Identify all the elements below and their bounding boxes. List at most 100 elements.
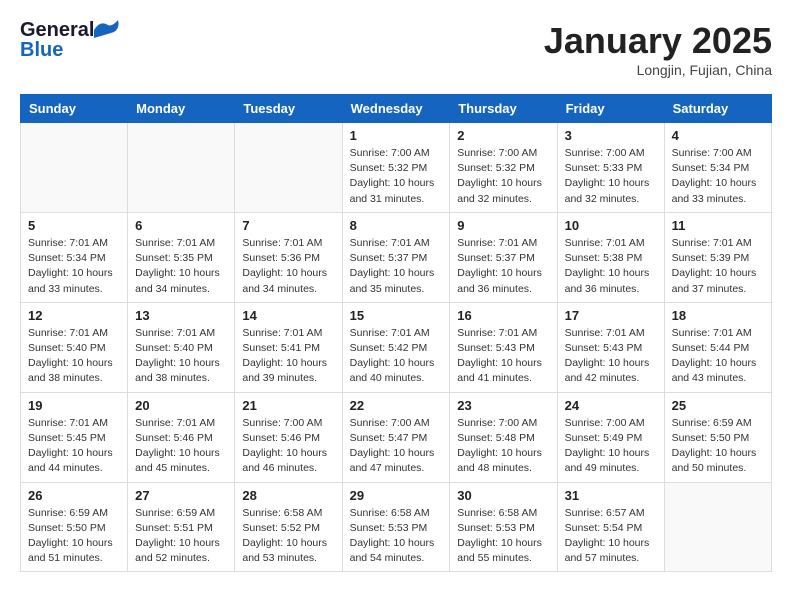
day-number: 23 <box>457 398 549 413</box>
day-number: 21 <box>242 398 334 413</box>
day-number: 3 <box>565 128 657 143</box>
day-info: Sunrise: 7:00 AM Sunset: 5:49 PM Dayligh… <box>565 416 657 477</box>
month-title: January 2025 <box>544 20 772 62</box>
day-info: Sunrise: 7:01 AM Sunset: 5:35 PM Dayligh… <box>135 236 227 297</box>
calendar-cell: 19 Sunrise: 7:01 AM Sunset: 5:45 PM Dayli… <box>21 392 128 482</box>
title-block: January 2025 Longjin, Fujian, China <box>544 20 772 78</box>
calendar-cell: 15 Sunrise: 7:01 AM Sunset: 5:42 PM Dayli… <box>342 302 450 392</box>
day-number: 2 <box>457 128 549 143</box>
day-info: Sunrise: 7:01 AM Sunset: 5:40 PM Dayligh… <box>135 326 227 387</box>
page-header: GeneralBlue January 2025 Longjin, Fujian… <box>20 20 772 78</box>
day-number: 30 <box>457 488 549 503</box>
day-info: Sunrise: 7:01 AM Sunset: 5:34 PM Dayligh… <box>28 236 120 297</box>
calendar-cell: 31 Sunrise: 6:57 AM Sunset: 5:54 PM Dayli… <box>557 482 664 572</box>
day-info: Sunrise: 7:00 AM Sunset: 5:46 PM Dayligh… <box>242 416 334 477</box>
day-info: Sunrise: 6:59 AM Sunset: 5:51 PM Dayligh… <box>135 506 227 567</box>
bird-icon <box>94 20 122 40</box>
weekday-header-tuesday: Tuesday <box>235 95 342 123</box>
day-number: 27 <box>135 488 227 503</box>
day-number: 11 <box>672 218 764 233</box>
day-number: 12 <box>28 308 120 323</box>
calendar-cell: 22 Sunrise: 7:00 AM Sunset: 5:47 PM Dayli… <box>342 392 450 482</box>
day-info: Sunrise: 7:01 AM Sunset: 5:43 PM Dayligh… <box>565 326 657 387</box>
calendar-cell: 3 Sunrise: 7:00 AM Sunset: 5:33 PM Daylig… <box>557 123 664 213</box>
weekday-header-row: SundayMondayTuesdayWednesdayThursdayFrid… <box>21 95 772 123</box>
weekday-header-friday: Friday <box>557 95 664 123</box>
calendar-cell: 30 Sunrise: 6:58 AM Sunset: 5:53 PM Dayli… <box>450 482 557 572</box>
day-info: Sunrise: 7:01 AM Sunset: 5:46 PM Dayligh… <box>135 416 227 477</box>
calendar-cell: 23Sunrise: 7:00 AM Sunset: 5:48 PM Dayli… <box>450 392 557 482</box>
calendar-cell <box>235 123 342 213</box>
week-row-3: 12 Sunrise: 7:01 AM Sunset: 5:40 PM Dayli… <box>21 302 772 392</box>
weekday-header-monday: Monday <box>128 95 235 123</box>
calendar-cell: 10Sunrise: 7:01 AM Sunset: 5:38 PM Dayli… <box>557 212 664 302</box>
day-info: Sunrise: 7:01 AM Sunset: 5:37 PM Dayligh… <box>457 236 549 297</box>
day-info: Sunrise: 7:00 AM Sunset: 5:34 PM Dayligh… <box>672 146 764 207</box>
day-number: 4 <box>672 128 764 143</box>
week-row-2: 5 Sunrise: 7:01 AM Sunset: 5:34 PM Daylig… <box>21 212 772 302</box>
week-row-5: 26 Sunrise: 6:59 AM Sunset: 5:50 PM Dayli… <box>21 482 772 572</box>
calendar-cell: 27 Sunrise: 6:59 AM Sunset: 5:51 PM Dayli… <box>128 482 235 572</box>
logo-blue-text: Blue <box>20 40 63 60</box>
day-info: Sunrise: 6:57 AM Sunset: 5:54 PM Dayligh… <box>565 506 657 567</box>
calendar-cell: 17Sunrise: 7:01 AM Sunset: 5:43 PM Dayli… <box>557 302 664 392</box>
day-info: Sunrise: 7:00 AM Sunset: 5:32 PM Dayligh… <box>457 146 549 207</box>
calendar-cell: 9Sunrise: 7:01 AM Sunset: 5:37 PM Daylig… <box>450 212 557 302</box>
calendar-cell: 2 Sunrise: 7:00 AM Sunset: 5:32 PM Daylig… <box>450 123 557 213</box>
day-info: Sunrise: 6:59 AM Sunset: 5:50 PM Dayligh… <box>28 506 120 567</box>
day-number: 16 <box>457 308 549 323</box>
day-info: Sunrise: 7:01 AM Sunset: 5:40 PM Dayligh… <box>28 326 120 387</box>
day-info: Sunrise: 7:00 AM Sunset: 5:33 PM Dayligh… <box>565 146 657 207</box>
calendar-cell: 20 Sunrise: 7:01 AM Sunset: 5:46 PM Dayli… <box>128 392 235 482</box>
day-info: Sunrise: 7:01 AM Sunset: 5:42 PM Dayligh… <box>350 326 443 387</box>
day-number: 26 <box>28 488 120 503</box>
day-number: 18 <box>672 308 764 323</box>
day-info: Sunrise: 7:01 AM Sunset: 5:43 PM Dayligh… <box>457 326 549 387</box>
logo-general-text: General <box>20 20 94 40</box>
location: Longjin, Fujian, China <box>544 62 772 78</box>
calendar-cell <box>21 123 128 213</box>
calendar-cell: 4 Sunrise: 7:00 AM Sunset: 5:34 PM Daylig… <box>664 123 771 213</box>
day-number: 19 <box>28 398 120 413</box>
day-info: Sunrise: 7:01 AM Sunset: 5:45 PM Dayligh… <box>28 416 120 477</box>
day-number: 1 <box>350 128 443 143</box>
day-number: 29 <box>350 488 443 503</box>
calendar-table: SundayMondayTuesdayWednesdayThursdayFrid… <box>20 94 772 572</box>
day-number: 20 <box>135 398 227 413</box>
calendar-cell: 7 Sunrise: 7:01 AM Sunset: 5:36 PM Daylig… <box>235 212 342 302</box>
calendar-cell: 25 Sunrise: 6:59 AM Sunset: 5:50 PM Dayli… <box>664 392 771 482</box>
calendar-cell: 26 Sunrise: 6:59 AM Sunset: 5:50 PM Dayli… <box>21 482 128 572</box>
day-info: Sunrise: 7:00 AM Sunset: 5:47 PM Dayligh… <box>350 416 443 477</box>
calendar-cell: 6 Sunrise: 7:01 AM Sunset: 5:35 PM Daylig… <box>128 212 235 302</box>
logo: GeneralBlue <box>20 20 122 60</box>
calendar-cell: 24Sunrise: 7:00 AM Sunset: 5:49 PM Dayli… <box>557 392 664 482</box>
calendar-cell: 11 Sunrise: 7:01 AM Sunset: 5:39 PM Dayli… <box>664 212 771 302</box>
weekday-header-wednesday: Wednesday <box>342 95 450 123</box>
calendar-cell: 5 Sunrise: 7:01 AM Sunset: 5:34 PM Daylig… <box>21 212 128 302</box>
week-row-1: 1 Sunrise: 7:00 AM Sunset: 5:32 PM Daylig… <box>21 123 772 213</box>
day-number: 13 <box>135 308 227 323</box>
weekday-header-sunday: Sunday <box>21 95 128 123</box>
calendar-cell: 18 Sunrise: 7:01 AM Sunset: 5:44 PM Dayli… <box>664 302 771 392</box>
day-number: 31 <box>565 488 657 503</box>
day-info: Sunrise: 6:58 AM Sunset: 5:53 PM Dayligh… <box>457 506 549 567</box>
day-number: 10 <box>565 218 657 233</box>
day-info: Sunrise: 6:59 AM Sunset: 5:50 PM Dayligh… <box>672 416 764 477</box>
day-info: Sunrise: 7:01 AM Sunset: 5:39 PM Dayligh… <box>672 236 764 297</box>
day-info: Sunrise: 7:01 AM Sunset: 5:36 PM Dayligh… <box>242 236 334 297</box>
day-number: 25 <box>672 398 764 413</box>
day-number: 15 <box>350 308 443 323</box>
calendar-cell <box>664 482 771 572</box>
day-info: Sunrise: 7:01 AM Sunset: 5:41 PM Dayligh… <box>242 326 334 387</box>
day-info: Sunrise: 7:01 AM Sunset: 5:44 PM Dayligh… <box>672 326 764 387</box>
week-row-4: 19 Sunrise: 7:01 AM Sunset: 5:45 PM Dayli… <box>21 392 772 482</box>
day-number: 8 <box>350 218 443 233</box>
day-number: 6 <box>135 218 227 233</box>
calendar-cell: 8Sunrise: 7:01 AM Sunset: 5:37 PM Daylig… <box>342 212 450 302</box>
day-number: 7 <box>242 218 334 233</box>
day-number: 5 <box>28 218 120 233</box>
calendar-cell: 29Sunrise: 6:58 AM Sunset: 5:53 PM Dayli… <box>342 482 450 572</box>
calendar-cell: 13 Sunrise: 7:01 AM Sunset: 5:40 PM Dayli… <box>128 302 235 392</box>
weekday-header-saturday: Saturday <box>664 95 771 123</box>
day-number: 22 <box>350 398 443 413</box>
